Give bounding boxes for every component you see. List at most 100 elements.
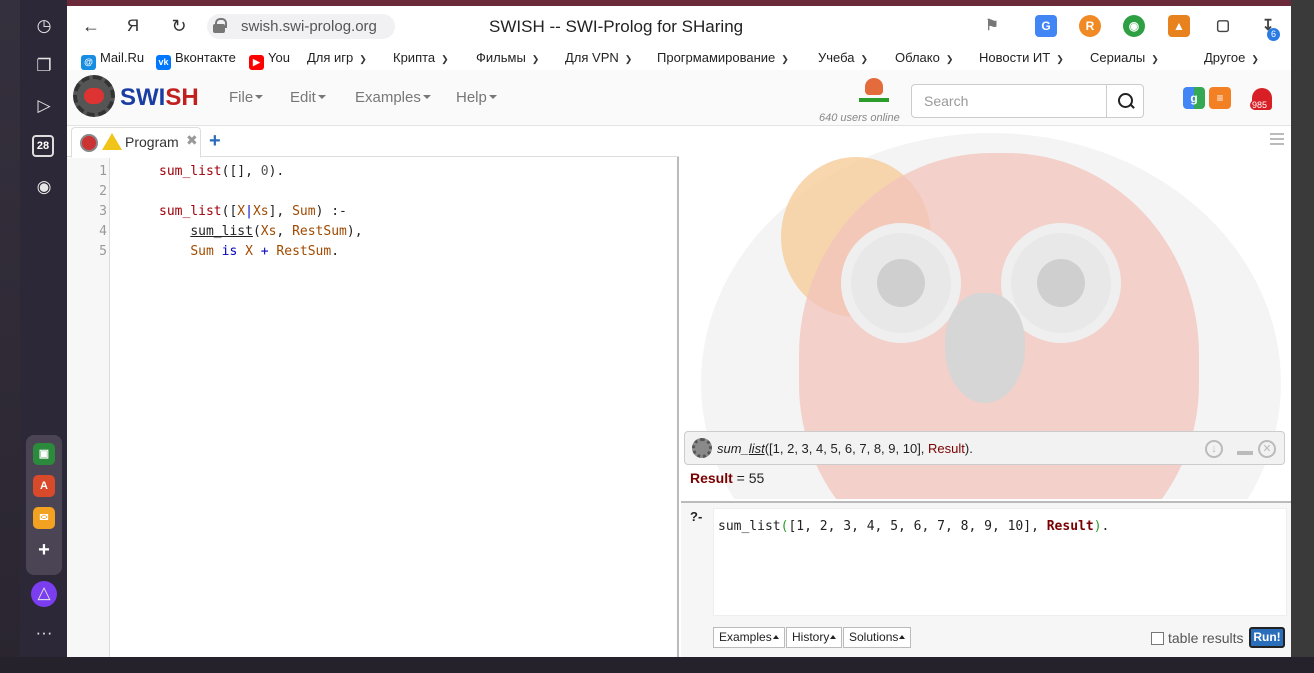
bookmark-folder-it-news[interactable]: Новости ИТ ❯ bbox=[979, 50, 1064, 65]
chevron-down-icon: ❯ bbox=[624, 54, 633, 64]
new-tab-button[interactable]: + bbox=[209, 130, 221, 153]
alice-assistant-icon[interactable]: △ bbox=[31, 581, 57, 607]
code-line-4: sum_list(Xs, RestSum), bbox=[190, 224, 363, 239]
bookmark-mailru[interactable]: @ Mail.Ru bbox=[81, 50, 144, 70]
chevron-down-icon: ❯ bbox=[1056, 54, 1064, 64]
bookmark-folder-study[interactable]: Учеба ❯ bbox=[818, 50, 868, 65]
swish-navbar: SWISH File Edit Examples Help 640 users … bbox=[67, 70, 1291, 126]
more-icon[interactable]: ··· bbox=[32, 621, 56, 645]
caret-up-icon bbox=[899, 635, 906, 639]
downloads-badge: 6 bbox=[1267, 28, 1280, 41]
caret-up-icon bbox=[772, 635, 779, 639]
swish-logo-icon[interactable] bbox=[73, 75, 115, 117]
search-icon[interactable] bbox=[1106, 84, 1144, 118]
answer-header: sum_list([1, 2, 3, 4, 5, 6, 7, 8, 9, 10]… bbox=[684, 431, 1285, 465]
code-line-3: sum_list([X|Xs], Sum) :- bbox=[159, 204, 347, 219]
extensions-icon[interactable]: ▢ bbox=[1212, 15, 1234, 37]
bookmark-folder-programming[interactable]: Прогрмамирование ❯ bbox=[657, 50, 789, 65]
query-pane: ?- sum_list([1, 2, 3, 4, 5, 6, 7, 8, 9, … bbox=[681, 501, 1291, 657]
browser-toolbar: ← Я ↻ swish.swi-prolog.org SWISH -- SWI-… bbox=[67, 6, 1291, 46]
vk-icon: vk bbox=[156, 55, 171, 70]
bookmark-folder-series[interactable]: Сериалы ❯ bbox=[1090, 50, 1159, 65]
youtube-icon: ▶ bbox=[249, 55, 264, 70]
tab-program[interactable]: Program ✖ bbox=[71, 127, 201, 158]
bookmark-vk[interactable]: vk Вконтакте bbox=[156, 50, 236, 70]
history-button[interactable]: History bbox=[786, 627, 843, 648]
caret-down-icon bbox=[422, 95, 431, 99]
bookmark-folder-films[interactable]: Фильмы ❯ bbox=[476, 50, 539, 65]
bookmark-folder-other[interactable]: Другое ❯ bbox=[1204, 50, 1259, 65]
browser-window: ← Я ↻ swish.swi-prolog.org SWISH -- SWI-… bbox=[67, 6, 1291, 657]
bookmark-folder-cloud[interactable]: Облако ❯ bbox=[895, 50, 953, 65]
screenshot-icon[interactable]: ◉ bbox=[32, 175, 56, 199]
chevron-down-icon: ❯ bbox=[531, 54, 540, 64]
reload-icon[interactable]: ↻ bbox=[167, 14, 191, 38]
close-answer-icon[interactable]: ✕ bbox=[1258, 440, 1276, 458]
background-window-edge bbox=[1291, 0, 1314, 673]
run-button[interactable]: Run! bbox=[1249, 627, 1285, 648]
swish-owl-icon bbox=[80, 134, 98, 152]
bookmark-folder-vpn[interactable]: Для VPN ❯ bbox=[565, 50, 632, 65]
chevron-down-icon: ❯ bbox=[781, 54, 789, 64]
solutions-button[interactable]: Solutions bbox=[843, 627, 912, 648]
download-icon[interactable]: ↓ bbox=[1205, 440, 1223, 458]
bookmark-icon[interactable]: ⚑ bbox=[981, 15, 1003, 37]
search-input[interactable]: Search bbox=[911, 84, 1107, 118]
bookmark-folder-games[interactable]: Для игр ❯ bbox=[307, 50, 367, 65]
meet-app-icon[interactable]: ▣ bbox=[33, 443, 55, 465]
yandex-home-button[interactable]: Я bbox=[121, 14, 145, 38]
extension-r-icon[interactable]: R bbox=[1079, 15, 1101, 37]
menu-help[interactable]: Help bbox=[456, 89, 497, 106]
hamburger-icon[interactable] bbox=[1270, 133, 1284, 145]
back-icon[interactable]: ← bbox=[79, 14, 103, 38]
add-app-icon[interactable]: + bbox=[33, 539, 55, 561]
menu-edit[interactable]: Edit bbox=[290, 89, 326, 106]
menu-examples[interactable]: Examples bbox=[355, 89, 431, 106]
menu-file[interactable]: File bbox=[229, 89, 264, 106]
line-number: 3 bbox=[99, 204, 107, 219]
users-online-icon[interactable] bbox=[859, 78, 889, 104]
browser-sidebar: ◷ ❐ ▷ 28 ◉ ▣ A ✉ + △ ··· bbox=[20, 0, 67, 657]
translate-app-icon[interactable]: A bbox=[33, 475, 55, 497]
chevron-down-icon: ❯ bbox=[945, 54, 954, 64]
query-text: sum_list([1, 2, 3, 4, 5, 6, 7, 8, 9, 10]… bbox=[718, 519, 1110, 534]
table-results-option[interactable]: table results bbox=[1151, 630, 1243, 646]
address-bar[interactable]: swish.swi-prolog.org bbox=[207, 14, 395, 39]
bookmark-youtube[interactable]: ▶ You bbox=[249, 50, 290, 70]
code-area[interactable]: sum_list([], 0). sum_list([X|Xs], Sum) :… bbox=[111, 158, 677, 657]
mail-app-icon[interactable]: ✉ bbox=[33, 507, 55, 529]
chevron-down-icon: ❯ bbox=[1251, 54, 1259, 64]
history-icon[interactable]: ◷ bbox=[32, 14, 56, 38]
google-login-icon[interactable]: g bbox=[1183, 87, 1205, 109]
query-prompt: ?- bbox=[690, 509, 703, 524]
line-number: 5 bbox=[99, 244, 107, 259]
swish-brand[interactable]: SWISH bbox=[120, 84, 199, 112]
editor-tab-bar: Program ✖ + bbox=[67, 127, 679, 158]
line-number: 4 bbox=[99, 224, 107, 239]
examples-button[interactable]: Examples bbox=[713, 627, 785, 648]
bookmark-folder-crypto[interactable]: Крипта ❯ bbox=[393, 50, 449, 65]
close-icon[interactable]: ✖ bbox=[186, 132, 198, 149]
notification-count: 985 bbox=[1250, 100, 1270, 110]
table-results-checkbox[interactable] bbox=[1151, 632, 1164, 645]
calendar-icon[interactable]: 28 bbox=[32, 135, 54, 157]
play-icon[interactable]: ▷ bbox=[32, 94, 56, 118]
mailru-icon: @ bbox=[81, 55, 96, 70]
tab-label: Program bbox=[125, 134, 179, 150]
minimize-icon[interactable] bbox=[1237, 451, 1253, 455]
program-editor-pane: Program ✖ + 1 2 3 4 5 sum_list([], 0). s… bbox=[67, 127, 679, 657]
bookmarks-bar: @ Mail.Ru vk Вконтакте ▶ You Для игр ❯ Крипт… bbox=[67, 46, 1291, 70]
page-title: SWISH -- SWI-Prolog for SHaring bbox=[489, 17, 744, 36]
code-line-5: Sum is X + RestSum. bbox=[190, 244, 340, 259]
google-translate-icon[interactable]: G bbox=[1035, 15, 1057, 37]
chevron-down-icon: ❯ bbox=[441, 54, 449, 64]
chevron-down-icon: ❯ bbox=[860, 54, 869, 64]
line-number: 1 bbox=[99, 164, 107, 179]
metamask-icon[interactable]: ▲ bbox=[1168, 15, 1190, 37]
answer-query: sum_list([1, 2, 3, 4, 5, 6, 7, 8, 9, 10]… bbox=[717, 441, 973, 456]
query-editor[interactable]: sum_list([1, 2, 3, 4, 5, 6, 7, 8, 9, 10]… bbox=[713, 508, 1287, 616]
users-online-count: 640 users online bbox=[819, 112, 900, 124]
collections-icon[interactable]: ❐ bbox=[32, 54, 56, 78]
extension-frog-icon[interactable]: ◉ bbox=[1123, 15, 1145, 37]
stackoverflow-icon[interactable]: ≡ bbox=[1209, 87, 1231, 109]
